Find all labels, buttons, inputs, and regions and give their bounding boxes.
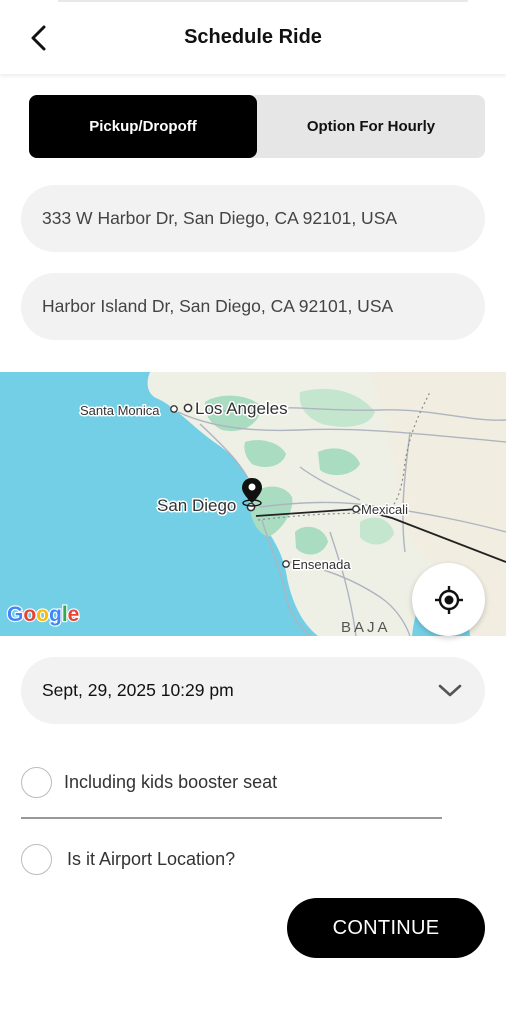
airport-location-radio[interactable] bbox=[21, 843, 52, 875]
santa-monica-dot bbox=[170, 405, 178, 413]
map-pin-icon bbox=[242, 478, 262, 507]
map-label-mexicali: Mexicali bbox=[361, 502, 408, 517]
google-logo: Google bbox=[7, 603, 79, 626]
tab-option-for-hourly[interactable]: Option For Hourly bbox=[257, 95, 485, 158]
my-location-button[interactable] bbox=[412, 563, 485, 636]
schedule-datetime-value: Sept, 29, 2025 10:29 pm bbox=[42, 680, 234, 700]
booster-seat-option[interactable]: Including kids booster seat bbox=[21, 762, 461, 802]
map-label-los-angeles: Los Angeles bbox=[195, 399, 288, 418]
header-top-line bbox=[58, 0, 468, 2]
mexicali-dot bbox=[352, 505, 360, 513]
page-title: Schedule Ride bbox=[184, 26, 322, 48]
airport-location-option[interactable]: Is it Airport Location? bbox=[21, 839, 461, 879]
map-label-baja: BAJA bbox=[341, 619, 391, 636]
continue-button[interactable]: CONTINUE bbox=[287, 898, 485, 958]
pickup-address-field[interactable]: 333 W Harbor Dr, San Diego, CA 92101, US… bbox=[21, 185, 485, 252]
booster-seat-label: Including kids booster seat bbox=[64, 771, 278, 792]
airport-location-label: Is it Airport Location? bbox=[67, 848, 236, 869]
my-location-icon bbox=[434, 585, 463, 614]
map-label-ensenada: Ensenada bbox=[292, 557, 351, 572]
ride-type-segmented-control: Pickup/Dropoff Option For Hourly bbox=[29, 95, 485, 158]
map-label-san-diego: San Diego bbox=[157, 496, 236, 515]
san-diego-dot bbox=[246, 502, 256, 512]
schedule-datetime-select[interactable]: Sept, 29, 2025 10:29 pm bbox=[21, 657, 485, 724]
los-angeles-dot bbox=[183, 403, 193, 413]
map-label-santa-monica: Santa Monica bbox=[80, 403, 160, 418]
chevron-down-icon bbox=[438, 684, 462, 697]
ensenada-dot bbox=[282, 560, 290, 568]
booster-seat-radio[interactable] bbox=[21, 766, 52, 798]
dropoff-address-field[interactable]: Harbor Island Dr, San Diego, CA 92101, U… bbox=[21, 273, 485, 340]
app-header: Schedule Ride bbox=[0, 0, 506, 74]
tab-pickup-dropoff[interactable]: Pickup/Dropoff bbox=[29, 95, 257, 158]
options-divider bbox=[21, 817, 442, 819]
